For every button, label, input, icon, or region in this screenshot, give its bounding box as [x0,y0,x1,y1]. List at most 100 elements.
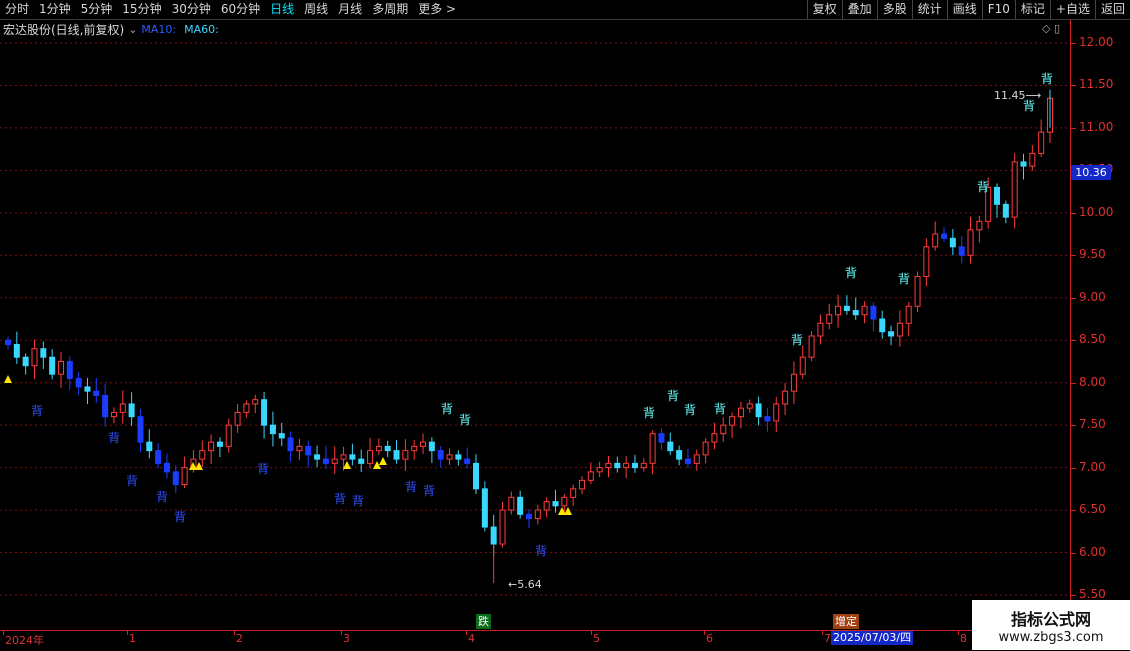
candle-body [711,433,718,443]
bei-marker: 背 [352,494,364,508]
candle-body [1038,131,1045,154]
candle-body [446,454,453,460]
price-tick-mark [1071,595,1076,596]
candle-body [517,496,524,515]
bei-marker: 背 [334,492,346,506]
period-tab[interactable]: 更多 > [413,0,461,19]
candle-body [543,501,550,511]
candle-body [314,454,321,460]
price-tick-label: 6.00 [1079,544,1106,559]
candle-body [358,458,365,464]
price-tick-mark [1071,127,1076,129]
toolbar-button[interactable]: 画线 [946,0,982,19]
bei-marker: 背 [535,544,547,558]
candle-body [684,458,691,464]
candle-body [967,229,974,256]
candle-body [243,403,250,413]
price-tick-mark [1071,297,1076,299]
candle-body [252,399,259,405]
candle-body [905,305,912,324]
candle-body [93,390,100,396]
toolbar-button[interactable]: +自选 [1049,0,1095,19]
candle-body [702,441,709,456]
diamond-icon[interactable]: ◇ ▯ [1042,22,1060,35]
candle-body [128,403,135,418]
period-tab[interactable]: 月线 [333,0,367,19]
month-tick [3,631,4,635]
candle-body [896,322,903,337]
die-badge: 跌 [476,614,491,629]
period-tab[interactable]: 5分钟 [76,0,118,19]
bei-marker: 背 [174,510,186,524]
bei-marker: 背 [667,389,679,403]
candle-body [526,513,532,520]
toolbar-button[interactable]: 多股 [876,0,912,19]
candle-body [481,488,488,528]
bei-marker: 背 [31,404,43,418]
stock-title: 宏达股份(日线,前复权) [3,22,125,37]
bei-marker: 背 [684,403,696,417]
period-tab[interactable]: 15分钟 [117,0,166,19]
kline-chart[interactable]: 背背背背背背背 背背 背背背背 背背背 背背背 背背背背 [0,38,1070,630]
candle-body [605,462,612,469]
price-tick-mark [1071,255,1076,257]
candle-body [534,509,541,520]
signal-triangle [4,375,12,383]
period-tab[interactable]: 日线 [265,0,299,19]
toolbar-button[interactable]: 叠加 [841,0,877,19]
candle-body [941,233,948,239]
candle-body [790,373,797,392]
candle-body [40,348,47,358]
candle-body [826,314,833,324]
month-tick [958,631,959,635]
logo-url: www.zbgs3.com [998,629,1104,645]
candle-body [428,441,435,452]
bei-marker: 背 [126,474,138,488]
candle-body [958,246,965,256]
period-tab[interactable]: 1分钟 [34,0,76,19]
toolbar-button[interactable]: 复权 [806,0,842,19]
toolbar-button[interactable]: 标记 [1014,0,1050,19]
period-tab[interactable]: 分时 [0,0,34,19]
candle-body [817,322,824,337]
candle-body [57,360,64,375]
period-tab[interactable]: 多周期 [367,0,413,19]
month-tick [234,631,235,635]
date-axis: 2024年 1 2 3 4 5 6 7 8 [0,630,1130,651]
month-label: 6 [706,632,713,645]
candle-body [746,403,753,409]
month-tick [704,631,705,635]
candle-body [561,496,568,507]
candle-body [1029,152,1036,167]
high-price-label: 11.45⟶ [994,89,1042,102]
candle-body [287,437,294,452]
price-tick-label: 11.50 [1079,77,1114,92]
bei-marker: 背 [423,484,435,498]
candle-body [676,450,683,460]
candle-body [994,186,1001,205]
price-tick-mark [1071,340,1076,342]
candle-body [737,407,744,418]
period-tab[interactable]: 30分钟 [167,0,216,19]
month-label: 8 [960,632,967,645]
candle-body [578,479,585,490]
toolbar-button[interactable]: 返回 [1094,0,1130,19]
bei-marker: 背 [1041,72,1053,86]
bei-marker: 背 [845,266,857,280]
current-price-badge: 10.36 [1071,165,1111,180]
candle-body [305,445,312,456]
candle-body [976,220,983,231]
price-tick-label: 7.00 [1079,459,1106,474]
toolbar-button[interactable]: 统计 [911,0,947,19]
period-tab[interactable]: 周线 [299,0,333,19]
candle-body [296,445,303,452]
period-tab[interactable]: 60分钟 [216,0,265,19]
candle-body [782,390,789,405]
toolbar-button[interactable]: F10 [981,0,1015,19]
candle-body [31,348,38,367]
candle-body [923,246,930,278]
month-tick [466,631,467,635]
candle-body [623,462,630,469]
cursor-date: 2025/07/03/四 [831,631,914,645]
chevron-down-icon[interactable]: ⌄ [128,23,137,36]
